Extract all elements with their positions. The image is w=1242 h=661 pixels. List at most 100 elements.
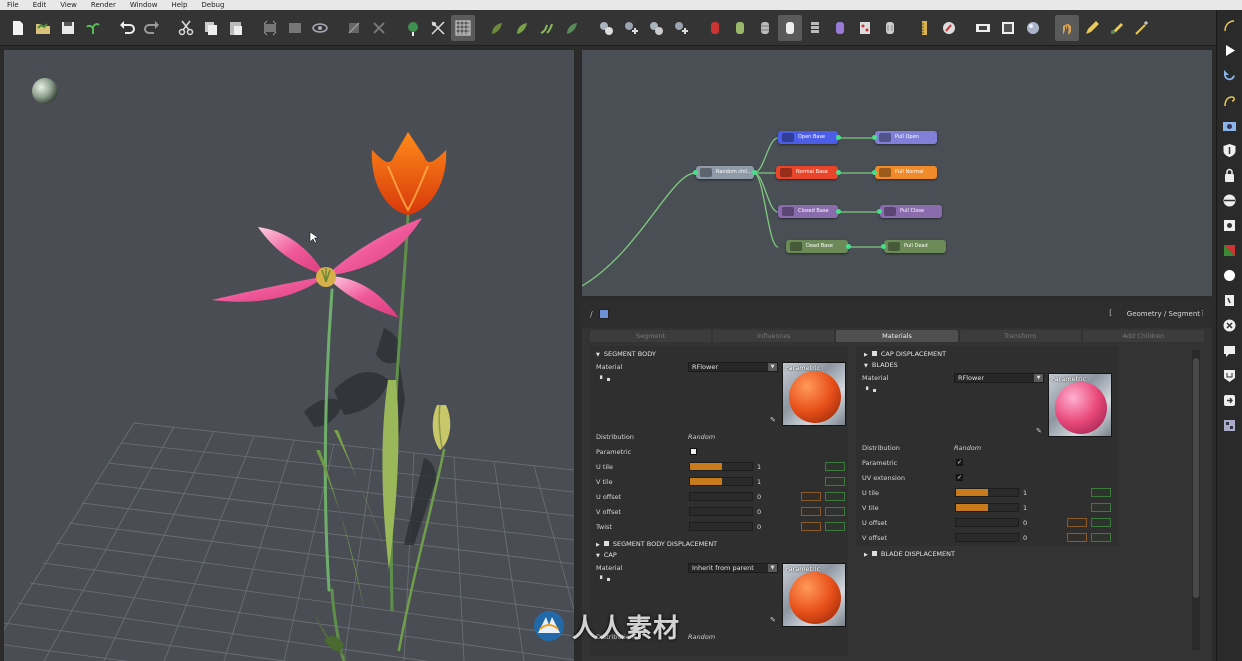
edit-blades-material-icon[interactable]: ✎ <box>1036 427 1044 435</box>
node-dead-base[interactable]: Dead Base <box>786 240 851 253</box>
blades-v-offset-key-b[interactable] <box>1091 533 1111 542</box>
grid-icon[interactable] <box>451 14 475 41</box>
menu-render[interactable]: Render <box>84 0 123 10</box>
material-select[interactable]: RFlower ▼ <box>688 362 778 372</box>
node-normal-base[interactable]: Normal Base <box>776 166 841 179</box>
brush-tool-icon[interactable] <box>1105 15 1129 41</box>
script-icon[interactable] <box>1220 291 1240 310</box>
wand-tool-icon[interactable] <box>1130 15 1154 41</box>
material-2-icon[interactable] <box>619 15 643 41</box>
save-icon[interactable] <box>56 15 80 41</box>
section-blade-displacement[interactable]: ▶ BLADE DISPLACEMENT <box>864 550 955 558</box>
blades-u-offset-key-a[interactable] <box>1067 518 1087 527</box>
blades-u-offset-value[interactable]: 0 <box>1023 519 1027 527</box>
scrollbar-thumb[interactable] <box>1193 358 1199 598</box>
blades-v-offset-value[interactable]: 0 <box>1023 534 1027 542</box>
cap-material-select[interactable]: Inherit from parent ▼ <box>688 563 778 573</box>
twist-slider[interactable] <box>689 522 753 531</box>
node-output-port[interactable] <box>846 244 851 249</box>
leaf-tool-2-icon[interactable] <box>510 15 534 41</box>
material-4-icon[interactable] <box>669 15 693 41</box>
node-output-port[interactable] <box>752 170 757 175</box>
blades-u-offset-slider[interactable] <box>955 518 1019 527</box>
color-swatch-icon[interactable] <box>1220 241 1240 260</box>
badge-icon[interactable] <box>1220 366 1240 385</box>
cylinder-pattern-icon[interactable] <box>853 15 877 41</box>
blades-material-preview-thumb[interactable]: Parametric <box>1048 373 1112 437</box>
node-pull-normal[interactable]: Pull Normal <box>872 166 937 179</box>
copy-icon[interactable] <box>199 15 223 41</box>
prune-icon[interactable] <box>426 15 450 41</box>
tab-materials[interactable]: Materials <box>836 330 958 342</box>
cylinder-green-icon[interactable] <box>728 15 752 41</box>
section-segment-body[interactable]: ▼ SEGMENT BODY <box>596 350 656 358</box>
edit-cap-material-icon[interactable]: ✎ <box>770 616 778 624</box>
u-offset-key-a[interactable] <box>801 492 821 501</box>
leaf-tool-4-icon[interactable] <box>560 15 584 41</box>
blades-u-tile-slider[interactable] <box>955 488 1019 497</box>
qr-icon[interactable] <box>1220 416 1240 435</box>
node-input-port[interactable] <box>872 170 877 175</box>
node-graph-editor[interactable]: Random chil... Open Base Normal Base Clo… <box>582 50 1212 296</box>
cylinder-grey-icon[interactable] <box>753 15 777 41</box>
menu-edit[interactable]: Edit <box>26 0 54 10</box>
leaf-tool-1-icon[interactable] <box>485 15 509 41</box>
node-input-port[interactable] <box>872 135 877 140</box>
sphere-stripe-icon[interactable] <box>1220 191 1240 210</box>
blades-v-offset-key-a[interactable] <box>1067 533 1087 542</box>
eye-icon[interactable] <box>308 15 332 41</box>
u-tile-value[interactable]: 1 <box>757 463 761 471</box>
v-offset-key-b[interactable] <box>825 507 845 516</box>
section-segment-body-displacement[interactable]: ▶ SEGMENT BODY DISPLACEMENT <box>596 540 717 548</box>
header-menu-icon[interactable]: ⋮ <box>1199 309 1206 317</box>
cylinder-white-icon[interactable] <box>778 14 802 41</box>
node-open-base[interactable]: Open Base <box>778 131 841 144</box>
v-offset-slider[interactable] <box>689 507 753 516</box>
cap-material-action-icons[interactable]: ▘ ▪ <box>600 576 611 583</box>
node-color-swatch[interactable] <box>598 309 609 319</box>
node-output-port[interactable] <box>836 170 841 175</box>
ruler-icon[interactable] <box>912 15 936 41</box>
blades-material-select[interactable]: RFlower ▼ <box>954 373 1044 383</box>
u-offset-value[interactable]: 0 <box>757 493 761 501</box>
v-offset-value[interactable]: 0 <box>757 508 761 516</box>
grow-plant-icon[interactable] <box>401 15 425 41</box>
material-1-icon[interactable] <box>594 15 618 41</box>
close-circle-icon[interactable] <box>1220 316 1240 335</box>
uv-extension-checkbox[interactable]: ✓ <box>956 474 963 481</box>
tab-transform[interactable]: Transform <box>959 330 1081 342</box>
section-cap[interactable]: ▼ CAP <box>596 551 617 559</box>
node-pull-dead[interactable]: Pull Dead <box>881 240 946 253</box>
blades-u-tile-key[interactable] <box>1091 488 1111 497</box>
frame-icon[interactable] <box>996 15 1020 41</box>
v-tile-slider[interactable] <box>689 477 753 486</box>
cylinder-red-icon[interactable] <box>703 15 727 41</box>
3d-viewport[interactable] <box>4 50 574 661</box>
v-tile-key[interactable] <box>825 477 845 486</box>
blades-v-tile-key[interactable] <box>1091 503 1111 512</box>
blades-parametric-checkbox[interactable]: ✓ <box>956 459 963 466</box>
u-tile-key[interactable] <box>825 462 845 471</box>
material-preview-thumb[interactable]: Parametric <box>782 362 846 426</box>
u-offset-key-b[interactable] <box>825 492 845 501</box>
circle-icon[interactable] <box>1220 266 1240 285</box>
tab-segment[interactable]: Segment <box>590 330 712 342</box>
twist-key-b[interactable] <box>825 522 845 531</box>
blades-v-offset-slider[interactable] <box>955 533 1019 542</box>
section-blades[interactable]: ▼ BLADES <box>864 361 898 369</box>
twist-key-a[interactable] <box>801 522 821 531</box>
plant-open-icon[interactable] <box>81 15 105 41</box>
play-icon[interactable] <box>1220 41 1240 60</box>
menu-help[interactable]: Help <box>164 0 194 10</box>
delete-icon[interactable] <box>367 15 391 41</box>
menu-file[interactable]: File <box>0 0 26 10</box>
material-3-icon[interactable] <box>644 15 668 41</box>
blades-distribution-value[interactable]: Random <box>954 444 981 452</box>
distribution-value[interactable]: Random <box>688 433 715 441</box>
undo-icon[interactable] <box>115 15 139 41</box>
blades-material-action-icons[interactable]: ▘ ▪ <box>866 387 877 394</box>
pencil-tool-icon[interactable] <box>1080 15 1104 41</box>
spiral-icon[interactable] <box>1220 91 1240 110</box>
node-random-children[interactable]: Random chil... <box>693 166 757 179</box>
pink-flower[interactable] <box>212 218 422 318</box>
